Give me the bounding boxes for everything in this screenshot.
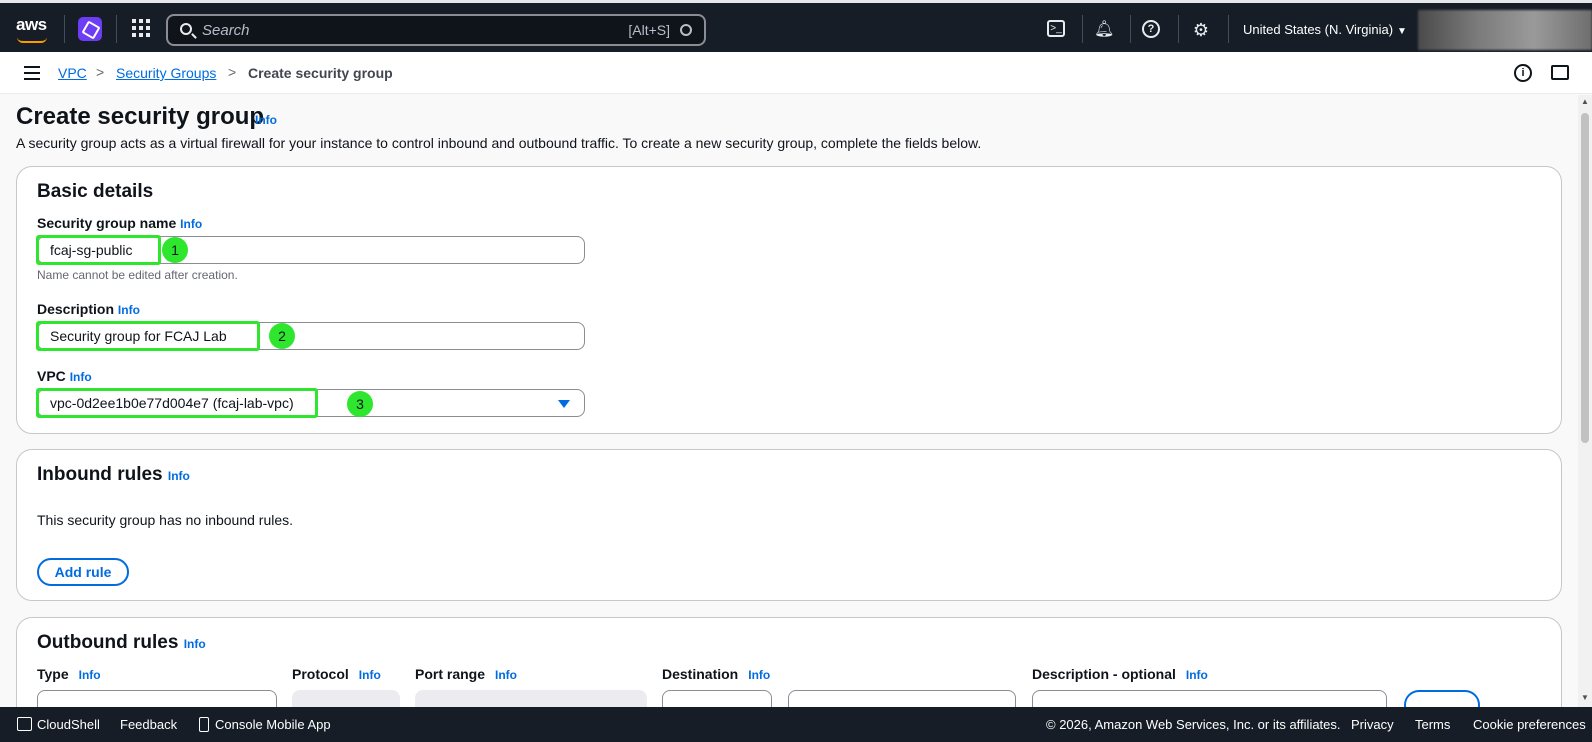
info-link[interactable]: Info [168,469,190,483]
account-menu[interactable] [1418,10,1592,50]
destination-type-select[interactable] [662,690,772,707]
annotation-highlight-2 [36,321,260,351]
feedback-monitor-icon[interactable] [1551,65,1569,80]
info-link[interactable]: Info [118,303,140,317]
divider [1082,15,1083,43]
annotation-badge-2: 2 [269,323,295,349]
basic-details-heading: Basic details [37,181,154,202]
page-description: A security group acts as a virtual firew… [16,135,982,151]
info-circle-icon[interactable]: i [1514,64,1532,82]
cloudshell-icon[interactable]: >_ [1047,20,1065,37]
annotation-badge-3: 3 [347,391,373,417]
type-select[interactable] [37,690,277,707]
port-range-field [415,690,647,707]
region-selector[interactable]: United States (N. Virginia) ▼ [1243,22,1407,37]
caret-down-icon: ▼ [1397,26,1407,37]
mobile-phone-icon [199,717,209,732]
amazon-q-icon[interactable] [78,17,102,41]
search-icon [180,23,192,35]
divider [1178,15,1179,43]
annotation-highlight-1 [36,235,161,265]
chevron-right-icon: > [228,64,237,80]
bell-icon[interactable]: 🔔︎ [1094,20,1114,40]
divider [1228,15,1229,43]
destination-input[interactable] [788,690,1016,707]
top-navigation: aws [Alt+S] >_ 🔔︎ ? ⚙ United States (N. … [0,0,1592,52]
outbound-rules-heading: Outbound rules Info [37,632,206,653]
basic-details-panel: Basic details Security group name Info 1… [16,166,1562,434]
footer-copyright: © 2026, Amazon Web Services, Inc. or its… [1046,717,1341,732]
outbound-rules-panel: Outbound rules Info Type Info Protocol Inf… [16,617,1562,707]
aws-logo[interactable]: aws [16,15,47,35]
footer-cookie-preferences[interactable]: Cookie preferences [1473,717,1586,732]
column-header-description: Description - optional Info [1032,666,1208,682]
inbound-rules-panel: Inbound rules Info This security group h… [16,449,1562,601]
aws-logo-smile [17,37,47,43]
cloudshell-icon[interactable] [17,717,32,731]
divider [116,15,117,43]
footer-feedback[interactable]: Feedback [120,717,177,732]
annotation-highlight-3 [36,388,318,418]
divider [64,15,65,43]
column-header-destination: Destination Info [662,666,771,682]
scroll-down-icon[interactable]: ▼ [1581,693,1589,702]
delete-rule-button[interactable] [1404,690,1480,707]
footer: CloudShell Feedback Console Mobile App ©… [0,707,1592,742]
description-label: Description Info [37,301,140,317]
services-grid-icon[interactable] [132,19,152,39]
description-optional-input[interactable] [1032,690,1387,707]
page-scrollbar[interactable]: ▲ ▼ [1578,95,1592,707]
scroll-up-icon[interactable]: ▲ [1581,97,1589,106]
footer-mobile-app[interactable]: Console Mobile App [215,717,331,732]
no-inbound-rules-text: This security group has no inbound rules… [37,512,294,528]
protocol-field [292,690,400,707]
page-title: Create security group [16,103,265,130]
name-hint: Name cannot be edited after creation. [37,268,238,282]
info-link[interactable]: Info [180,217,202,231]
help-icon[interactable]: ? [1142,20,1160,38]
menu-icon[interactable] [24,66,40,80]
caret-down-icon [558,400,570,408]
vpc-label: VPC Info [37,368,92,384]
add-rule-button[interactable]: Add rule [37,558,129,586]
chevron-right-icon: > [96,64,105,80]
main-content: Create security group Info A security gr… [0,95,1578,707]
column-header-type: Type Info [37,666,101,682]
search-bar[interactable]: [Alt+S] [166,14,706,46]
column-header-port-range: Port range Info [415,666,518,682]
info-link[interactable]: Info [70,370,92,384]
breadcrumb-current: Create security group [248,65,393,81]
security-group-name-label: Security group name Info [37,215,203,231]
info-link[interactable]: Info [184,637,206,651]
footer-privacy[interactable]: Privacy [1351,717,1394,732]
footer-terms[interactable]: Terms [1415,717,1450,732]
breadcrumb-security-groups[interactable]: Security Groups [116,65,216,81]
search-input[interactable] [202,19,602,41]
breadcrumb: VPC > Security Groups > Create security … [0,52,1592,94]
inbound-rules-heading: Inbound rules Info [37,464,190,485]
divider [1130,15,1131,43]
search-shortcut: [Alt+S] [628,22,670,38]
column-header-protocol: Protocol Info [292,666,381,682]
annotation-badge-1: 1 [162,237,188,263]
scrollbar-thumb[interactable] [1581,113,1589,443]
breadcrumb-vpc[interactable]: VPC [58,65,87,81]
amazon-q-small-icon [680,24,692,36]
footer-cloudshell[interactable]: CloudShell [37,717,100,732]
page-info-link[interactable]: Info [255,113,277,127]
gear-icon[interactable]: ⚙ [1191,20,1211,40]
region-label: United States (N. Virginia) [1243,22,1394,37]
